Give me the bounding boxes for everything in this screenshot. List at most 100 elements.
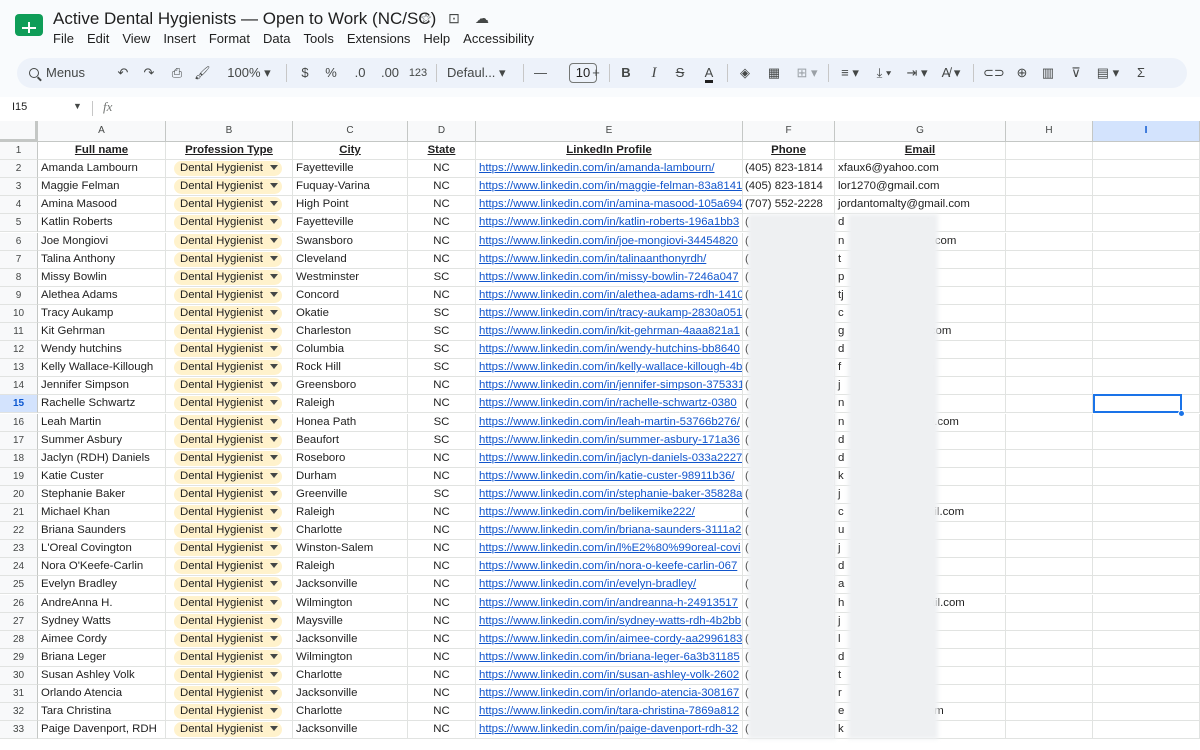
linkedin-link[interactable]: https://www.linkedin.com/in/tracy-aukamp…: [476, 304, 743, 323]
row-header[interactable]: 27: [0, 612, 38, 631]
dropdown-caret-icon[interactable]: [269, 563, 278, 569]
column-header-e[interactable]: E: [476, 121, 743, 142]
profession-type-chip[interactable]: Dental Hygienist: [174, 649, 282, 665]
empty-cell[interactable]: [1093, 323, 1200, 341]
state-cell[interactable]: NC: [408, 196, 476, 215]
empty-cell[interactable]: [1093, 377, 1200, 396]
insert-chart-icon[interactable]: ▥: [1039, 58, 1057, 88]
linkedin-link[interactable]: https://www.linkedin.com/in/belikemike22…: [476, 504, 743, 522]
empty-cell[interactable]: [1006, 612, 1093, 631]
dropdown-caret-icon[interactable]: [269, 671, 278, 677]
row-header[interactable]: 23: [0, 540, 38, 559]
empty-cell[interactable]: [1006, 178, 1093, 197]
empty-cell[interactable]: [1006, 232, 1093, 251]
city-cell[interactable]: Raleigh: [293, 504, 408, 522]
full-name-cell[interactable]: Maggie Felman: [38, 178, 166, 197]
column-header-c[interactable]: C: [293, 121, 408, 142]
chevron-down-icon[interactable]: ▼: [73, 101, 82, 111]
column-header-i[interactable]: I: [1093, 121, 1200, 142]
sheets-logo-icon[interactable]: [15, 14, 43, 36]
state-cell[interactable]: NC: [408, 178, 476, 197]
row-header[interactable]: 12: [0, 341, 38, 360]
profession-type-chip[interactable]: Dental Hygienist: [174, 450, 282, 466]
empty-cell[interactable]: [1006, 323, 1093, 341]
profession-type-cell[interactable]: Dental Hygienist: [166, 504, 293, 522]
profession-type-chip[interactable]: Dental Hygienist: [174, 505, 282, 520]
dropdown-caret-icon[interactable]: [269, 328, 278, 333]
dropdown-caret-icon[interactable]: [269, 708, 278, 714]
full-name-cell[interactable]: Rachelle Schwartz: [38, 395, 166, 414]
menu-edit[interactable]: Edit: [87, 31, 109, 46]
empty-cell[interactable]: [1006, 142, 1093, 160]
state-cell[interactable]: NC: [408, 576, 476, 595]
profession-type-cell[interactable]: Dental Hygienist: [166, 721, 293, 740]
linkedin-link[interactable]: https://www.linkedin.com/in/amina-masood…: [476, 196, 743, 215]
full-name-cell[interactable]: Missy Bowlin: [38, 268, 166, 287]
profession-type-cell[interactable]: Dental Hygienist: [166, 214, 293, 233]
state-cell[interactable]: NC: [408, 594, 476, 613]
profession-type-chip[interactable]: Dental Hygienist: [174, 324, 282, 339]
filter-icon[interactable]: ⊽: [1067, 58, 1085, 88]
percent-button[interactable]: %: [324, 58, 338, 88]
print-icon[interactable]: ⎙: [168, 58, 186, 88]
column-header-b[interactable]: B: [166, 121, 293, 142]
city-cell[interactable]: Okatie: [293, 304, 408, 323]
menu-format[interactable]: Format: [209, 31, 250, 46]
profession-type-chip[interactable]: Dental Hygienist: [174, 251, 282, 267]
document-title[interactable]: Active Dental Hygienists — Open to Work …: [53, 9, 436, 29]
linkedin-link[interactable]: https://www.linkedin.com/in/tara-christi…: [476, 703, 743, 722]
horizontal-align-icon[interactable]: ≡ ▾: [837, 58, 863, 88]
empty-cell[interactable]: [1093, 558, 1200, 577]
empty-cell[interactable]: [1093, 522, 1200, 541]
linkedin-link[interactable]: https://www.linkedin.com/in/joe-mongiovi…: [476, 232, 743, 251]
row-header[interactable]: 7: [0, 250, 38, 269]
state-cell[interactable]: NC: [408, 286, 476, 305]
linkedin-link[interactable]: https://www.linkedin.com/in/jaclyn-danie…: [476, 449, 743, 468]
empty-cell[interactable]: [1093, 196, 1200, 215]
row-header[interactable]: 21: [0, 504, 38, 522]
city-cell[interactable]: Fayetteville: [293, 160, 408, 179]
empty-cell[interactable]: [1093, 666, 1200, 685]
row-header[interactable]: 11: [0, 323, 38, 341]
row-header[interactable]: 16: [0, 413, 38, 432]
row-header[interactable]: 31: [0, 685, 38, 703]
profession-type-cell[interactable]: Dental Hygienist: [166, 576, 293, 595]
menu-tools[interactable]: Tools: [303, 31, 333, 46]
text-rotation-icon[interactable]: A̸ ▾: [937, 58, 965, 88]
italic-button[interactable]: I: [647, 58, 661, 88]
linkedin-link[interactable]: https://www.linkedin.com/in/briana-saund…: [476, 522, 743, 541]
dropdown-caret-icon[interactable]: [269, 581, 278, 587]
empty-cell[interactable]: [1093, 359, 1200, 378]
state-cell[interactable]: SC: [408, 359, 476, 378]
profession-type-chip[interactable]: Dental Hygienist: [174, 197, 282, 213]
menu-data[interactable]: Data: [263, 31, 290, 46]
linkedin-link[interactable]: https://www.linkedin.com/in/wendy-hutchi…: [476, 341, 743, 360]
fill-handle[interactable]: [1178, 409, 1185, 417]
dropdown-caret-icon[interactable]: [269, 255, 278, 261]
profession-type-cell[interactable]: Dental Hygienist: [166, 268, 293, 287]
empty-cell[interactable]: [1093, 721, 1200, 740]
full-name-cell[interactable]: Evelyn Bradley: [38, 576, 166, 595]
dropdown-caret-icon[interactable]: [269, 364, 278, 370]
row-header[interactable]: 13: [0, 359, 38, 378]
state-cell[interactable]: NC: [408, 648, 476, 667]
dropdown-caret-icon[interactable]: [269, 291, 278, 297]
empty-cell[interactable]: [1093, 703, 1200, 722]
linkedin-link[interactable]: https://www.linkedin.com/in/rachelle-sch…: [476, 395, 743, 414]
full-name-cell[interactable]: AndreAnna H.: [38, 594, 166, 613]
row-header[interactable]: 3: [0, 178, 38, 197]
undo-icon[interactable]: ↶: [115, 58, 131, 88]
empty-cell[interactable]: [1006, 395, 1093, 414]
empty-cell[interactable]: [1006, 630, 1093, 649]
state-cell[interactable]: SC: [408, 268, 476, 287]
empty-cell[interactable]: [1006, 703, 1093, 722]
menus-search-button[interactable]: Menus: [29, 58, 109, 88]
empty-cell[interactable]: [1006, 304, 1093, 323]
column-header-h[interactable]: H: [1006, 121, 1093, 142]
empty-cell[interactable]: [1093, 540, 1200, 559]
city-cell[interactable]: Charlotte: [293, 666, 408, 685]
email-cell[interactable]: xfaux6@yahoo.com: [835, 160, 1006, 179]
redo-icon[interactable]: ↷: [141, 58, 157, 88]
name-box[interactable]: I15: [12, 101, 27, 113]
empty-cell[interactable]: [1093, 304, 1200, 323]
